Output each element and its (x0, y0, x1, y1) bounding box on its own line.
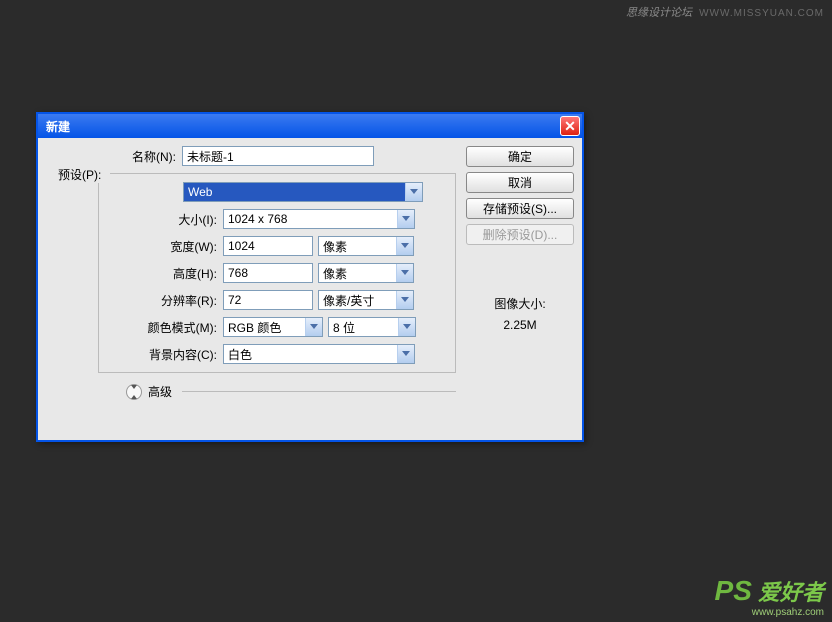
height-unit-combo[interactable]: 像素 (318, 263, 414, 283)
chevron-down-icon[interactable] (396, 264, 413, 282)
width-unit: 像素 (319, 238, 396, 255)
size-label: 大小(I): (99, 211, 223, 228)
resolution-unit-combo[interactable]: 像素/英寸 (318, 290, 414, 310)
preset-label: 预设(P): (58, 166, 107, 183)
background-combo[interactable]: 白色 (223, 344, 415, 364)
size-combo[interactable]: 1024 x 768 (223, 209, 415, 229)
height-unit: 像素 (319, 265, 396, 282)
dialog-title: 新建 (46, 118, 70, 135)
colormode-combo[interactable]: RGB 颜色 (223, 317, 323, 337)
button-column: 确定 取消 存储预设(S)... 删除预设(D)... 图像大小: 2.25M (466, 146, 574, 400)
background-label: 背景内容(C): (99, 346, 223, 363)
resolution-label: 分辨率(R): (99, 292, 223, 309)
chevron-down-icon[interactable] (396, 237, 413, 255)
chevron-down-icon[interactable] (305, 318, 322, 336)
width-unit-combo[interactable]: 像素 (318, 236, 414, 256)
chevron-down-icon[interactable] (397, 345, 414, 363)
width-input[interactable] (223, 236, 313, 256)
preset-combo[interactable]: Web (183, 182, 423, 202)
bits-combo[interactable]: 8 位 (328, 317, 416, 337)
advanced-label: 高级 (148, 383, 172, 400)
name-input[interactable] (182, 146, 374, 166)
height-label: 高度(H): (99, 265, 223, 282)
chevron-down-icon[interactable] (398, 318, 415, 336)
resolution-input[interactable] (223, 290, 313, 310)
watermark-bottom-url: www.psahz.com (715, 607, 824, 618)
colormode-value: RGB 颜色 (224, 319, 305, 336)
background-value: 白色 (224, 346, 397, 363)
image-size-label: 图像大小: (466, 295, 574, 312)
watermark-top-text: 思缘设计论坛 (626, 7, 692, 19)
resolution-unit: 像素/英寸 (319, 292, 396, 309)
watermark-ps: PS (715, 575, 752, 606)
image-size-block: 图像大小: 2.25M (466, 295, 574, 332)
chevron-down-icon[interactable] (396, 291, 413, 309)
delete-preset-button: 删除预设(D)... (466, 224, 574, 245)
chevron-down-icon[interactable] (397, 210, 414, 228)
preset-value: Web (184, 185, 405, 199)
save-preset-button[interactable]: 存储预设(S)... (466, 198, 574, 219)
name-label: 名称(N): (54, 148, 182, 165)
ok-button[interactable]: 确定 (466, 146, 574, 167)
advanced-toggle-icon[interactable] (126, 384, 142, 400)
watermark-top: 思缘设计论坛 WWW.MISSYUAN.COM (626, 4, 824, 20)
bits-value: 8 位 (329, 319, 398, 336)
height-input[interactable] (223, 263, 313, 283)
titlebar[interactable]: 新建 ✕ (38, 114, 582, 138)
preset-frame: 预设(P): Web 大小(I): 1024 x 768 (98, 173, 456, 373)
new-document-dialog: 新建 ✕ 名称(N): 预设(P): Web (36, 112, 584, 442)
size-value: 1024 x 768 (224, 212, 397, 226)
form-area: 名称(N): 预设(P): Web 大小(I): 1024 (54, 146, 466, 400)
image-size-value: 2.25M (466, 318, 574, 332)
close-icon[interactable]: ✕ (560, 116, 580, 136)
watermark-top-url: WWW.MISSYUAN.COM (699, 8, 824, 19)
width-label: 宽度(W): (99, 238, 223, 255)
watermark-bottom-text: 爱好者 (752, 580, 824, 605)
cancel-button[interactable]: 取消 (466, 172, 574, 193)
colormode-label: 颜色模式(M): (99, 319, 223, 336)
watermark-bottom: PS 爱好者 www.psahz.com (715, 575, 824, 618)
chevron-down-icon[interactable] (405, 183, 422, 201)
